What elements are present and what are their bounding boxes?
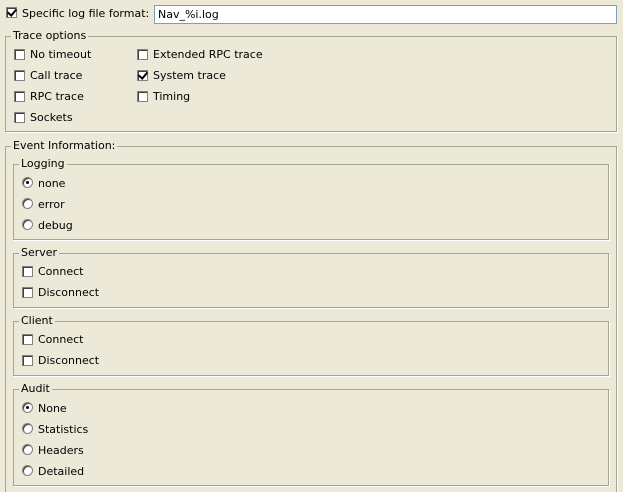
server-disconnect-label: Disconnect bbox=[38, 286, 100, 299]
call-trace-label: Call trace bbox=[30, 69, 83, 82]
server-disconnect-checkbox[interactable] bbox=[22, 287, 33, 298]
audit-none-radio[interactable] bbox=[22, 402, 33, 413]
audit-detailed-radio[interactable] bbox=[22, 465, 33, 476]
audit-detailed-label: Detailed bbox=[38, 465, 85, 478]
audit-none-label: None bbox=[38, 402, 67, 415]
logging-group bbox=[13, 164, 609, 240]
server-connect-label: Connect bbox=[38, 265, 84, 278]
logging-none-label: none bbox=[38, 177, 66, 190]
trace-options-title: Trace options bbox=[11, 29, 89, 42]
call-trace-checkbox[interactable] bbox=[14, 70, 25, 81]
server-title: Server bbox=[19, 246, 60, 259]
rpc-trace-checkbox[interactable] bbox=[14, 91, 25, 102]
client-disconnect-checkbox[interactable] bbox=[22, 355, 33, 366]
specific-log-format-label: Specific log file format: bbox=[22, 7, 150, 20]
event-information-title: Event Information: bbox=[11, 139, 118, 152]
log-format-input[interactable] bbox=[154, 5, 617, 24]
logging-error-label: error bbox=[38, 198, 65, 211]
client-connect-checkbox[interactable] bbox=[22, 334, 33, 345]
client-group bbox=[13, 321, 609, 376]
system-trace-label: System trace bbox=[153, 69, 226, 82]
timing-label: Timing bbox=[153, 90, 191, 103]
timing-checkbox[interactable] bbox=[137, 91, 148, 102]
no-timeout-label: No timeout bbox=[30, 48, 92, 61]
audit-title: Audit bbox=[19, 382, 52, 395]
trace-options-group bbox=[5, 36, 617, 132]
rpc-trace-label: RPC trace bbox=[30, 90, 84, 103]
logging-error-radio[interactable] bbox=[22, 198, 33, 209]
server-connect-checkbox[interactable] bbox=[22, 266, 33, 277]
server-group bbox=[13, 253, 609, 308]
logging-debug-label: debug bbox=[38, 219, 73, 232]
no-timeout-checkbox[interactable] bbox=[14, 49, 25, 60]
logging-debug-radio[interactable] bbox=[22, 219, 33, 230]
audit-headers-radio[interactable] bbox=[22, 444, 33, 455]
specific-log-format-checkbox[interactable] bbox=[6, 7, 17, 18]
audit-headers-label: Headers bbox=[38, 444, 84, 457]
sockets-checkbox[interactable] bbox=[14, 112, 25, 123]
logging-title: Logging bbox=[19, 157, 67, 170]
client-disconnect-label: Disconnect bbox=[38, 354, 100, 367]
audit-group bbox=[13, 389, 609, 486]
logging-none-radio[interactable] bbox=[22, 177, 33, 188]
system-trace-checkbox[interactable] bbox=[137, 70, 148, 81]
sockets-label: Sockets bbox=[30, 111, 73, 124]
extended-rpc-trace-checkbox[interactable] bbox=[137, 49, 148, 60]
audit-statistics-label: Statistics bbox=[38, 423, 89, 436]
client-title: Client bbox=[19, 314, 55, 327]
audit-statistics-radio[interactable] bbox=[22, 423, 33, 434]
extended-rpc-trace-label: Extended RPC trace bbox=[153, 48, 263, 61]
client-connect-label: Connect bbox=[38, 333, 84, 346]
